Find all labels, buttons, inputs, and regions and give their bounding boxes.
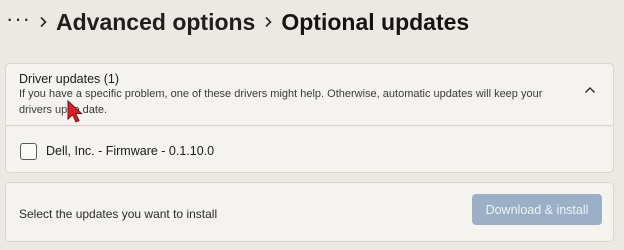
select-updates-prompt: Select the updates you want to install [19, 207, 218, 221]
more-options-icon[interactable]: ··· [6, 8, 30, 30]
download-install-button[interactable]: Download & install [472, 194, 602, 225]
breadcrumb: ··· Advanced options Optional updates [6, 4, 469, 40]
install-footer: Select the updates you want to install D… [5, 182, 614, 242]
driver-updates-expander[interactable]: Driver updates (1) If you have a specifi… [5, 63, 614, 126]
mouse-cursor-icon [67, 100, 83, 123]
driver-update-item: Dell, Inc. - Firmware - 0.1.10.0 [5, 127, 614, 173]
chevron-right-icon [255, 10, 281, 34]
breadcrumb-advanced-options[interactable]: Advanced options [56, 9, 255, 36]
driver-updates-description: If you have a specific problem, one of t… [19, 88, 543, 116]
driver-updates-title: Driver updates (1) [19, 72, 120, 86]
chevron-up-icon[interactable] [583, 84, 597, 96]
page-title: Optional updates [281, 8, 470, 35]
driver-update-checkbox[interactable] [20, 143, 37, 160]
driver-update-label[interactable]: Dell, Inc. - Firmware - 0.1.10.0 [46, 144, 214, 158]
chevron-right-icon [30, 10, 56, 34]
